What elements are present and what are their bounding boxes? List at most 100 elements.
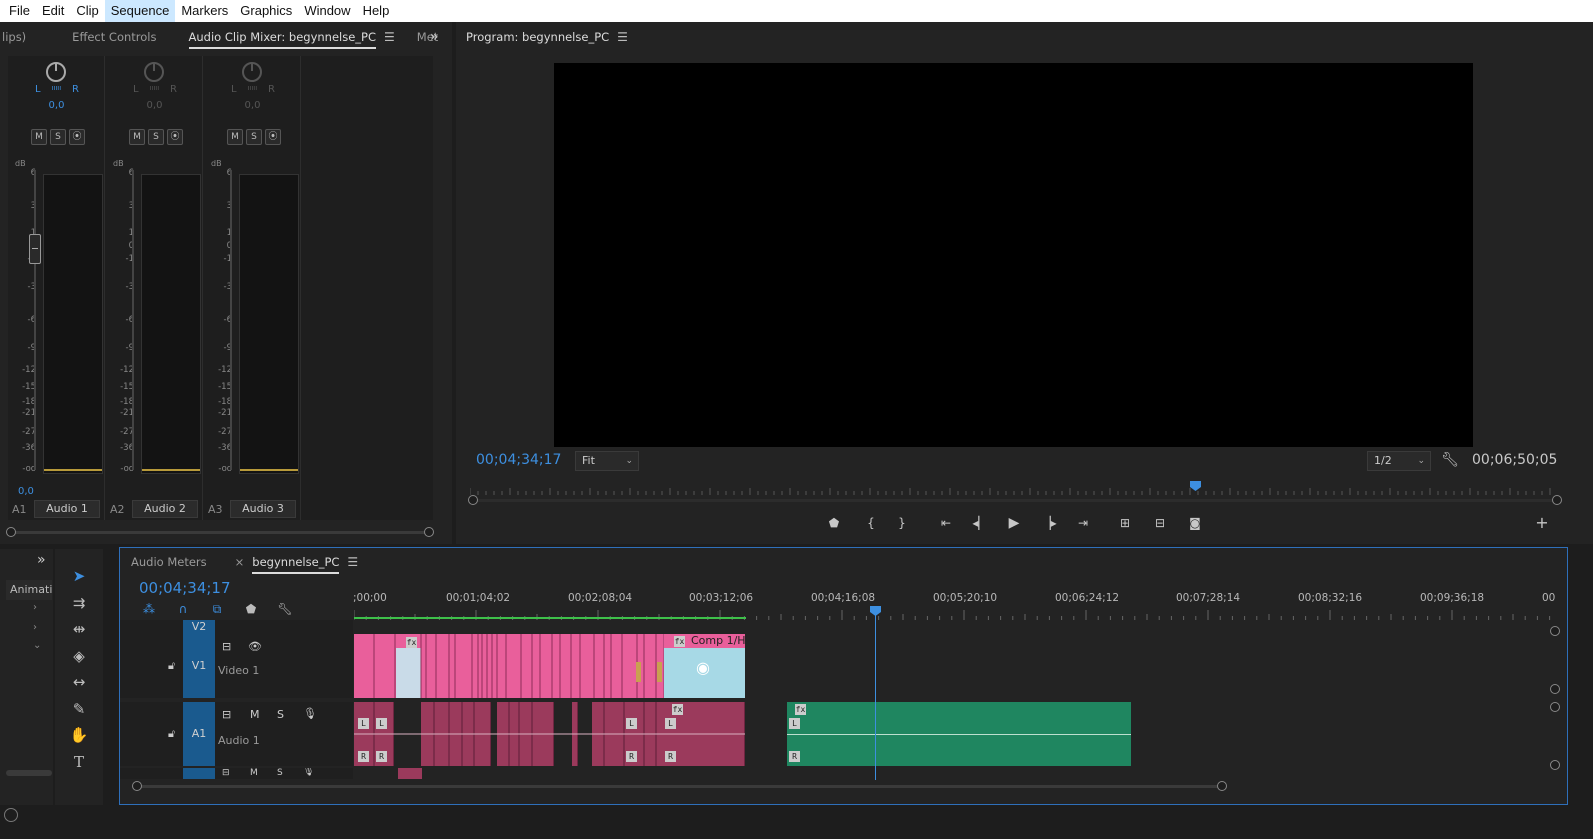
pan-value[interactable]: 0,0	[204, 100, 301, 111]
audio-track-a1[interactable]: L R L R L R L R fx fx L R	[354, 702, 1550, 766]
video-track-v1[interactable]: fx fx Comp 1/H ◉	[354, 634, 1550, 698]
step-back-icon[interactable]: ◂▏	[970, 514, 990, 532]
microphone-icon[interactable]: 🎙︎	[303, 768, 314, 777]
razor-tool-icon[interactable]: ◈	[67, 645, 91, 667]
pen-tool-icon[interactable]: ✎	[67, 698, 91, 720]
tab-source-clips[interactable]: lips)	[0, 22, 38, 52]
playback-resolution-select[interactable]: 1/2 ⌄	[1367, 451, 1431, 471]
panel-overflow-icon[interactable]: »	[430, 22, 439, 52]
tab-program[interactable]: Program: begynnelse_PC ☰	[456, 22, 640, 52]
tab-effect-controls[interactable]: Effect Controls	[38, 22, 168, 52]
volume-fader-handle[interactable]	[29, 234, 41, 264]
solo-button[interactable]: S	[246, 129, 262, 145]
comp-clip[interactable]: fx Comp 1/H ◉	[664, 634, 745, 698]
mixer-horizontal-scrollbar[interactable]	[6, 526, 434, 538]
record-button[interactable]: ⦿	[167, 129, 183, 145]
snap-magnet-icon[interactable]: ∩	[173, 602, 193, 617]
tab-sequence[interactable]: × begynnelse_PC ☰	[219, 547, 371, 577]
sync-lock-icon[interactable]: ⊟	[222, 640, 231, 653]
track-target-a2[interactable]	[183, 768, 215, 779]
sync-lock-icon[interactable]: ⊟	[222, 708, 231, 721]
audio-tracks-vscroll[interactable]	[1548, 702, 1562, 772]
lock-icon[interactable]: 🔓︎	[168, 727, 175, 741]
panel-overflow-icon[interactable]: »	[37, 552, 46, 568]
type-tool-icon[interactable]: T	[67, 751, 91, 773]
nest-icon[interactable]: ⁂	[139, 602, 159, 617]
menu-window[interactable]: Window	[298, 0, 356, 22]
solo-button[interactable]: S	[50, 129, 66, 145]
add-button-icon[interactable]: +	[1532, 514, 1552, 532]
sync-lock-icon[interactable]: ⊟	[222, 768, 230, 778]
eye-icon[interactable]: 👁︎	[248, 640, 262, 653]
pan-knob-icon[interactable]	[144, 62, 164, 82]
scroll-end-handle[interactable]	[1550, 684, 1560, 694]
panel-menu-icon[interactable]: ☰	[617, 22, 628, 52]
tab-metadata[interactable]: Met	[407, 22, 451, 52]
close-icon[interactable]: ×	[235, 555, 245, 569]
chevron-down-icon[interactable]: ⌄	[33, 640, 41, 651]
pan-knob-icon[interactable]	[242, 62, 262, 82]
scroll-start-handle[interactable]	[1550, 702, 1560, 712]
lock-icon[interactable]: 🔓︎	[168, 659, 175, 673]
timeline-horizontal-scrollbar[interactable]	[132, 780, 1552, 792]
menu-help[interactable]: Help	[357, 0, 396, 22]
menu-file[interactable]: File	[3, 0, 36, 22]
wrench-icon[interactable]: 🔧︎	[1440, 451, 1460, 469]
chevron-right-icon[interactable]: ›	[33, 602, 37, 613]
add-marker-icon[interactable]: ⬟	[241, 602, 261, 617]
linked-selection-icon[interactable]: ⧉	[207, 602, 227, 617]
record-button[interactable]: ⦿	[265, 129, 281, 145]
audio-clip-a2[interactable]	[398, 768, 422, 779]
tab-audio-clip-mixer[interactable]: Audio Clip Mixer: begynnelse_PC ☰	[169, 22, 407, 52]
channel-name[interactable]: Audio 2	[132, 500, 198, 518]
pan-value[interactable]: 0,0	[8, 100, 105, 111]
work-area-bar[interactable]	[354, 617, 746, 619]
mute-track-button[interactable]: M	[250, 708, 260, 721]
track-select-tool-icon[interactable]: ⇉	[67, 592, 91, 614]
mini-scrollbar[interactable]	[6, 770, 52, 776]
channel-name[interactable]: Audio 1	[34, 500, 100, 518]
mute-button[interactable]: M	[227, 129, 243, 145]
step-forward-icon[interactable]: ▕▸	[1039, 514, 1059, 532]
animation-folder-label[interactable]: Animati	[6, 580, 52, 600]
volume-value[interactable]: 0,0	[18, 486, 34, 497]
program-video-frame[interactable]	[554, 63, 1473, 447]
timeline-timecode[interactable]: 00;04;34;17	[139, 579, 231, 597]
hand-tool-icon[interactable]: ✋	[67, 724, 91, 746]
scroll-end-handle[interactable]	[1217, 781, 1227, 791]
menu-clip[interactable]: Clip	[70, 0, 104, 22]
pan-knob-icon[interactable]	[46, 62, 66, 82]
menu-edit[interactable]: Edit	[36, 0, 70, 22]
scroll-end-handle[interactable]	[424, 527, 434, 537]
go-to-out-icon[interactable]: ⇥	[1073, 514, 1093, 532]
scroll-end-handle[interactable]	[1552, 495, 1562, 505]
slip-tool-icon[interactable]: ↔	[67, 671, 91, 693]
record-button[interactable]: ⦿	[69, 129, 85, 145]
menu-sequence[interactable]: Sequence	[104, 0, 176, 22]
tab-audio-meters[interactable]: Audio Meters	[120, 547, 219, 577]
selection-tool-icon[interactable]: ➤	[67, 565, 91, 587]
solo-button[interactable]: S	[148, 129, 164, 145]
track-target-v2[interactable]: V2	[183, 620, 215, 634]
mark-out-icon[interactable]: }	[892, 514, 912, 532]
scroll-start-handle[interactable]	[1550, 626, 1560, 636]
program-timecode[interactable]: 00;04;34;17	[476, 452, 561, 468]
pan-value[interactable]: 0,0	[106, 100, 203, 111]
program-zoom-scrollbar[interactable]	[468, 494, 1562, 506]
track-target-a1[interactable]: A1	[183, 702, 215, 766]
solo-track-button[interactable]: S	[277, 768, 283, 778]
microphone-icon[interactable]: 🎙︎	[303, 707, 317, 720]
extract-icon[interactable]: ⊟	[1150, 514, 1170, 532]
scroll-start-handle[interactable]	[6, 527, 16, 537]
export-frame-icon[interactable]: ◙	[1185, 514, 1205, 532]
mute-button[interactable]: M	[129, 129, 145, 145]
marker-icon[interactable]: ⬟	[824, 514, 844, 532]
audio-clip-green[interactable]: fx L R	[787, 702, 1131, 766]
scroll-end-handle[interactable]	[1550, 760, 1560, 770]
channel-name[interactable]: Audio 3	[230, 500, 296, 518]
go-to-in-icon[interactable]: ⇤	[936, 514, 956, 532]
wrench-icon[interactable]: 🔧︎	[275, 602, 295, 617]
lift-icon[interactable]: ⊞	[1115, 514, 1135, 532]
scroll-start-handle[interactable]	[468, 495, 478, 505]
track-target-v1[interactable]: V1	[183, 634, 215, 698]
